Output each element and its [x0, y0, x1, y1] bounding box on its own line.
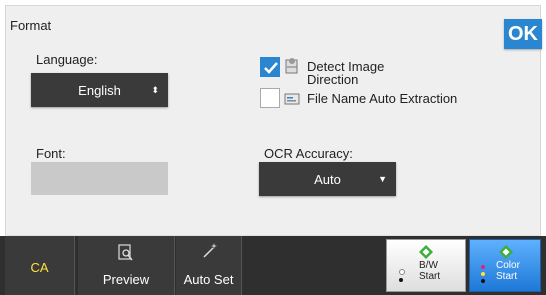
dropdown-arrow-icon: ▼ — [378, 174, 387, 184]
page-title: Format — [10, 18, 52, 33]
language-value: English — [78, 82, 121, 98]
color-start-label: Color Start — [496, 260, 520, 282]
black-dot-icon — [399, 278, 403, 282]
language-label: Language: — [36, 52, 98, 67]
updown-arrow-icon: ⬍ — [151, 84, 159, 95]
file-name-extraction-icon — [284, 93, 300, 105]
detect-image-direction-checkbox[interactable] — [260, 57, 280, 77]
bw-start-label: B/W Start — [419, 260, 441, 282]
ok-button[interactable]: OK — [504, 19, 542, 49]
color-start-button[interactable]: Color Start — [469, 239, 541, 292]
format-panel — [7, 7, 539, 236]
magic-wand-icon — [203, 243, 217, 258]
ca-label: CA — [30, 260, 49, 275]
bw-start-button[interactable]: B/W Start — [386, 239, 466, 292]
file-name-auto-extraction-label: File Name Auto Extraction — [307, 91, 458, 106]
black-dot-icon — [481, 279, 485, 283]
ca-button[interactable]: CA — [5, 236, 75, 295]
white-dot-icon — [399, 269, 405, 275]
font-select — [31, 162, 168, 195]
preview-label: Preview — [102, 272, 150, 287]
ocr-accuracy-value: Auto — [314, 171, 341, 187]
start-diamond-icon — [499, 245, 513, 259]
yellow-dot-icon — [481, 272, 485, 276]
font-label: Font: — [36, 146, 66, 161]
image-direction-icon — [285, 58, 298, 74]
auto-set-label: Auto Set — [183, 272, 234, 287]
auto-set-button[interactable]: Auto Set — [176, 236, 242, 295]
preview-icon — [118, 244, 133, 261]
checkmark-icon — [264, 62, 278, 74]
start-diamond-icon — [419, 245, 433, 259]
magenta-dot-icon — [481, 265, 485, 269]
detect-image-direction-label: Detect Image Direction — [307, 59, 385, 87]
preview-button[interactable]: Preview — [78, 236, 175, 295]
ocr-accuracy-select[interactable]: Auto ▼ — [259, 162, 396, 196]
language-select[interactable]: English ⬍ — [31, 73, 168, 107]
ocr-accuracy-label: OCR Accuracy: — [264, 146, 353, 161]
file-name-auto-extraction-checkbox[interactable] — [260, 88, 280, 108]
